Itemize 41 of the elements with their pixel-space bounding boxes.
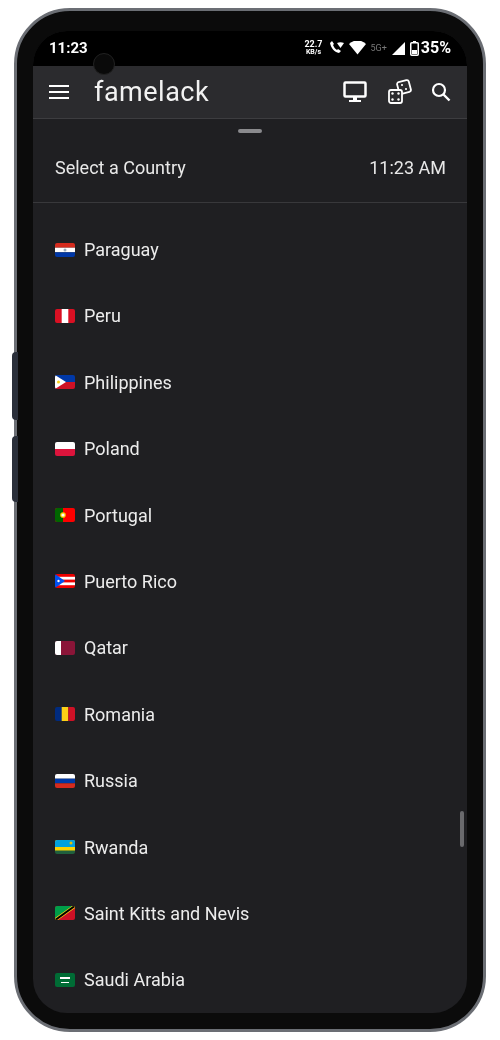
flag-icon	[55, 375, 75, 390]
country-item[interactable]: Russia	[33, 747, 467, 814]
sheet-title: Select a Country	[55, 156, 186, 181]
status-time: 11:23	[49, 38, 88, 60]
flag-icon	[55, 242, 75, 257]
sheet-time: 11:23 AM	[369, 156, 446, 181]
search-icon[interactable]	[431, 81, 451, 102]
flag-icon	[55, 508, 75, 523]
country-item[interactable]: Romania	[33, 681, 467, 748]
country-item[interactable]: Saudi Arabia	[33, 946, 467, 1013]
drag-handle[interactable]	[238, 129, 262, 134]
signal-icon	[391, 41, 405, 55]
scrollbar-thumb[interactable]	[460, 811, 464, 848]
flag-icon	[55, 441, 75, 456]
app-title: famelack	[94, 74, 210, 110]
country-item[interactable]: Paraguay	[33, 216, 467, 283]
camera-hole	[93, 53, 115, 75]
battery-level: 35%	[420, 37, 451, 60]
flag-icon	[55, 773, 75, 788]
battery-icon	[409, 40, 419, 56]
wifi-icon	[348, 41, 366, 56]
phone-wifi-icon	[327, 41, 344, 56]
flag-icon	[55, 972, 75, 987]
monitor-icon[interactable]	[343, 80, 367, 103]
country-item[interactable]: Poland	[33, 415, 467, 482]
dice-icon[interactable]	[387, 78, 413, 105]
country-item[interactable]: Puerto Rico	[33, 548, 467, 615]
network-type: 5G+	[370, 41, 387, 55]
flag-icon	[55, 840, 75, 854]
flag-icon	[55, 707, 75, 722]
country-item[interactable]: Philippines	[33, 349, 467, 416]
country-item[interactable]: Qatar	[33, 614, 467, 682]
country-item[interactable]: Saint Kitts and Nevis	[33, 880, 467, 947]
menu-icon[interactable]	[49, 84, 69, 99]
flag-icon	[55, 574, 75, 589]
country-item[interactable]: Portugal	[33, 481, 467, 549]
flag-icon	[55, 308, 75, 323]
country-item[interactable]: Rwanda	[33, 813, 467, 881]
flag-icon	[55, 640, 75, 655]
country-item[interactable]: Peru	[33, 282, 467, 350]
flag-icon	[55, 906, 75, 921]
